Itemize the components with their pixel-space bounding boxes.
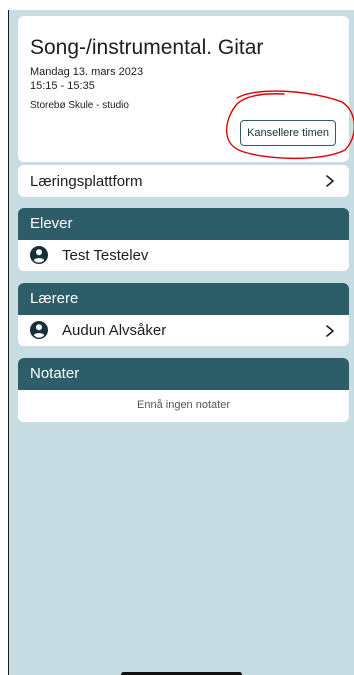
cancel-lesson-button[interactable]: Kansellere timen: [240, 120, 336, 146]
lesson-location: Storebø Skule - studio: [30, 100, 129, 111]
notes-header: Notater: [18, 358, 349, 390]
notes-empty-state: Ennå ingen notater: [18, 390, 349, 422]
person-icon: [30, 321, 48, 339]
teacher-name: Audun Alvsåker: [62, 322, 167, 339]
student-name: Test Testelev: [62, 247, 149, 264]
chevron-right-icon: [326, 175, 334, 187]
learning-platform-label: Læringsplattform: [30, 173, 143, 190]
lesson-detail-screen: Song-/instrumental. Gitar Mandag 13. mar…: [9, 10, 354, 675]
student-row[interactable]: Test Testelev: [18, 240, 349, 271]
person-icon: [30, 246, 48, 264]
teachers-header: Lærere: [18, 283, 349, 315]
lesson-time: 15:15 - 15:35: [30, 80, 95, 92]
lesson-summary-card: Song-/instrumental. Gitar Mandag 13. mar…: [18, 16, 349, 162]
lesson-title: Song-/instrumental. Gitar: [30, 36, 264, 59]
lesson-date: Mandag 13. mars 2023: [30, 66, 144, 78]
students-section: Elever Test Testelev: [18, 208, 349, 271]
students-header: Elever: [18, 208, 349, 240]
chevron-right-icon: [326, 325, 334, 337]
teacher-row[interactable]: Audun Alvsåker: [18, 315, 349, 346]
learning-platform-row[interactable]: Læringsplattform: [18, 165, 349, 197]
notes-section: Notater Ennå ingen notater: [18, 358, 349, 422]
teachers-section: Lærere Audun Alvsåker: [18, 283, 349, 346]
